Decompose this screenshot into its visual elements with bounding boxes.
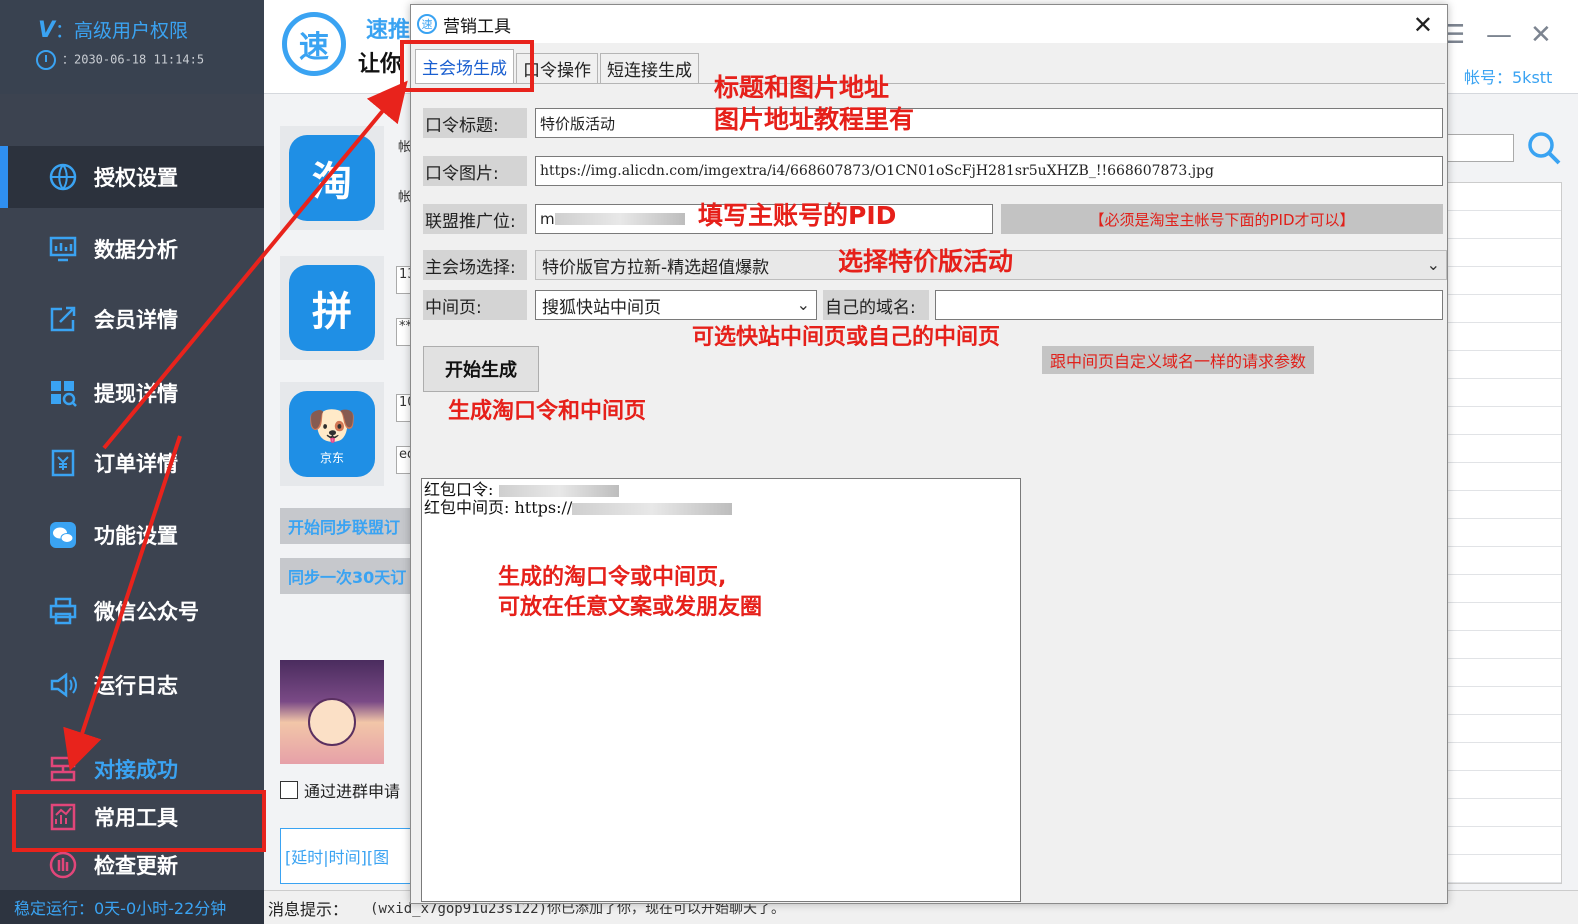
sidebar: V：高级用户权限 ：2030-06-18 11:14:5 授权设置 数据分析 会… xyxy=(0,0,264,924)
image-url-input[interactable]: https://img.alicdn.com/imgextra/i4/66860… xyxy=(535,156,1443,186)
blurred-value xyxy=(554,213,685,225)
jd-card[interactable]: 🐶 京东 xyxy=(280,382,384,486)
minimize-icon[interactable]: — xyxy=(1486,20,1512,50)
chevron-down-icon: ⌄ xyxy=(796,295,810,314)
clock-icon xyxy=(36,50,56,70)
nav-withdraw-details[interactable]: 提现详情 xyxy=(0,362,264,424)
update-icon xyxy=(48,850,78,880)
middle-page-label: 中间页: xyxy=(423,290,527,320)
search-input[interactable] xyxy=(1444,134,1514,162)
sidebar-header: V：高级用户权限 ：2030-06-18 11:14:5 xyxy=(0,0,264,94)
nav-label: 订单详情 xyxy=(94,452,178,476)
annotation-title-image: 标题和图片地址 xyxy=(714,73,890,102)
printer-icon xyxy=(48,596,78,626)
close-icon[interactable]: ✕ xyxy=(1530,20,1552,50)
annotation-result-2: 可放在任意文案或发朋友圈 xyxy=(498,595,763,620)
avatar-image xyxy=(280,660,384,764)
annotation-middle: 可选快站中间页或自己的中间页 xyxy=(692,325,1001,350)
nav-label: 会员详情 xyxy=(94,308,178,332)
dialog-close-icon[interactable]: ✕ xyxy=(1413,11,1433,39)
pinduoduo-icon: 拼 xyxy=(289,265,375,351)
sync-30days-button[interactable]: 同步一次30天订 xyxy=(280,558,430,594)
marketing-tool-dialog: 速 营销工具 ✕ 主会场生成 口令操作 短连接生成 口令标题: 特价版活动 口令… xyxy=(410,4,1448,904)
highlight-tools-box xyxy=(12,790,266,852)
nav-label: 运行日志 xyxy=(94,674,178,698)
dialog-title: 营销工具 xyxy=(443,16,511,37)
nav-label: 数据分析 xyxy=(94,238,178,262)
checkbox-icon xyxy=(280,781,298,799)
output-line: 红包中间页: https:// xyxy=(424,499,1018,517)
domain-input[interactable] xyxy=(935,290,1443,320)
external-link-icon xyxy=(48,304,78,334)
start-generate-button[interactable]: 开始生成 xyxy=(423,346,539,392)
app-small-icon: 速 xyxy=(417,14,437,34)
jd-icon: 🐶 京东 xyxy=(289,391,375,477)
uptime-status: 稳定运行：0天-0小时-22分钟 xyxy=(0,890,264,924)
nav-run-log[interactable]: 运行日志 xyxy=(0,654,264,716)
nav-function-settings[interactable]: 功能设置 xyxy=(0,504,264,566)
wechat-icon xyxy=(48,520,78,550)
vip-status: V：高级用户权限 xyxy=(38,16,188,43)
globe-icon xyxy=(48,162,78,192)
middle-page-select[interactable]: 搜狐快站中间页 ⌄ xyxy=(535,290,817,320)
search-icon[interactable] xyxy=(1526,130,1562,166)
venue-label: 主会场选择: xyxy=(423,250,527,280)
output-textarea[interactable]: 红包口令: 红包中间页: https:// xyxy=(421,478,1021,902)
pinduoduo-card[interactable]: 拼 xyxy=(280,256,384,360)
monitor-chart-icon xyxy=(48,234,78,264)
nav-wechat-official[interactable]: 微信公众号 xyxy=(0,580,264,642)
highlight-tab-box xyxy=(400,40,534,92)
annotation-image-tutorial: 图片地址教程里有 xyxy=(714,105,915,134)
chevron-down-icon: ⌄ xyxy=(1426,255,1440,274)
nav-data-analysis[interactable]: 数据分析 xyxy=(0,218,264,280)
annotation-pid: 填写主账号的PID xyxy=(698,201,897,230)
grid-search-icon xyxy=(48,378,78,408)
vip-icon: V xyxy=(38,18,56,43)
app-slogan: 让你 xyxy=(358,52,403,77)
annotation-result-1: 生成的淘口令或中间页, xyxy=(498,565,727,590)
tab-short-link[interactable]: 短连接生成 xyxy=(600,53,699,83)
pid-note: 【必须是淘宝主帐号下面的PID才可以】 xyxy=(1001,204,1443,234)
annotation-venue: 选择特价版活动 xyxy=(838,247,1014,276)
app-logo: 速 xyxy=(282,12,346,76)
taobao-icon: 淘 xyxy=(289,135,375,221)
nav-label: 微信公众号 xyxy=(94,600,199,624)
nav-label: 提现详情 xyxy=(94,382,178,406)
delay-settings-box[interactable]: [延时|时间][图 xyxy=(280,828,430,884)
nav-label: 功能设置 xyxy=(94,524,178,548)
expiry-date: ：2030-06-18 11:14:5 xyxy=(36,50,204,70)
nav-label: 授权设置 xyxy=(94,166,178,190)
group-join-label: 通过进群申请 xyxy=(304,782,401,801)
annotation-generate: 生成淘口令和中间页 xyxy=(448,399,647,424)
plug-icon xyxy=(48,754,78,784)
nav-order-details[interactable]: 订单详情 xyxy=(0,432,264,494)
data-grid[interactable] xyxy=(1444,182,1562,884)
group-join-checkbox[interactable]: 通过进群申请 xyxy=(280,778,400,802)
receipt-yen-icon xyxy=(48,448,78,478)
output-line: 红包口令: xyxy=(424,481,1018,499)
account-label: 帐号：5kstt xyxy=(1464,68,1553,87)
nav-auth-settings[interactable]: 授权设置 xyxy=(0,146,264,208)
vip-text: ：高级用户权限 xyxy=(55,20,189,42)
message-label: 消息提示： xyxy=(268,899,349,919)
expiry-date-text: ：2030-06-18 11:14:5 xyxy=(62,52,205,67)
annotation-param-note: 跟中间页自定义域名一样的请求参数 xyxy=(1042,346,1315,374)
speaker-icon xyxy=(48,670,78,700)
title-label: 口令标题: xyxy=(423,108,527,138)
image-label: 口令图片: xyxy=(423,156,527,186)
taobao-card[interactable]: 淘 xyxy=(280,126,384,230)
pid-label: 联盟推广位: xyxy=(423,204,527,234)
tab-panel: 口令标题: 特价版活动 口令图片: https://img.alicdn.com… xyxy=(415,83,1447,903)
nav-label: 检查更新 xyxy=(94,854,178,878)
title-input[interactable]: 特价版活动 xyxy=(535,108,1443,138)
domain-label: 自己的域名: xyxy=(823,290,929,320)
nav-member-details[interactable]: 会员详情 xyxy=(0,288,264,350)
dialog-titlebar: 速 营销工具 ✕ xyxy=(411,5,1447,43)
sync-orders-button[interactable]: 开始同步联盟订 xyxy=(280,508,430,544)
nav-label: 对接成功 xyxy=(94,758,178,782)
